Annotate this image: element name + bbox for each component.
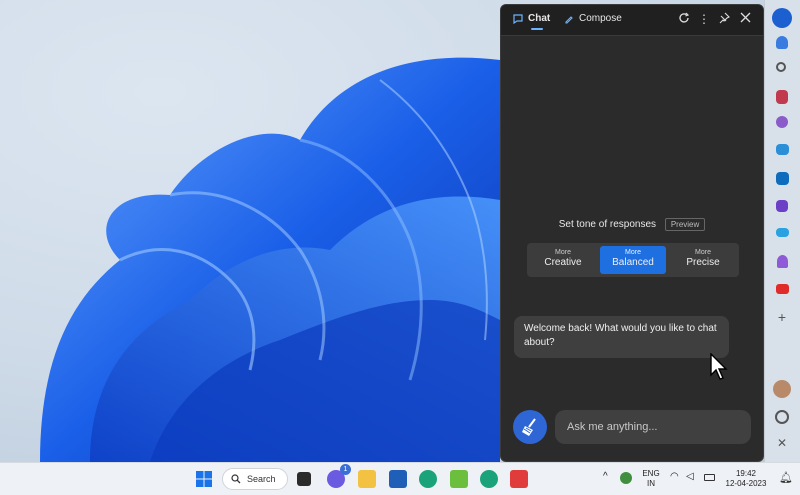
store-icon[interactable] — [389, 470, 407, 488]
tone-creative-button[interactable]: More Creative — [530, 246, 596, 274]
new-topic-button[interactable] — [513, 410, 547, 444]
tools-icon[interactable] — [776, 144, 789, 155]
panel-header: Chat Compose ⋮ — [501, 5, 763, 36]
ask-input[interactable] — [555, 410, 751, 444]
bell-icon[interactable] — [776, 36, 788, 49]
chat-badge: 1 — [340, 464, 351, 475]
tab-compose-label: Compose — [579, 13, 622, 24]
search-icon — [231, 474, 241, 484]
edge-sidebar: + ✕ — [764, 0, 800, 462]
language-indicator[interactable]: ENG IN — [640, 469, 662, 489]
wifi-icon[interactable]: ◠ — [670, 472, 679, 482]
mouse-cursor-icon — [710, 353, 728, 380]
tone-balanced-label: Balanced — [612, 257, 654, 268]
avatar[interactable] — [773, 380, 791, 398]
games-icon[interactable] — [777, 255, 788, 268]
editor-icon[interactable] — [776, 200, 788, 212]
send-icon[interactable] — [776, 228, 789, 237]
camtasia-icon[interactable] — [450, 470, 468, 488]
chevron-up-icon[interactable]: ^ — [603, 472, 608, 482]
welcome-message: Welcome back! What would you like to cha… — [514, 316, 729, 358]
tab-chat-label: Chat — [528, 13, 551, 24]
tone-selector: More Creative More Balanced More Precise — [527, 243, 739, 277]
settings-icon[interactable] — [775, 410, 789, 424]
copilot-panel: Chat Compose ⋮ Set tone of responses Pre… — [500, 4, 764, 462]
clock[interactable]: 19:42 12-04-2023 — [720, 469, 772, 489]
tone-precise-label: Precise — [686, 257, 720, 268]
notifications-icon[interactable]: 🔔︎ — [779, 472, 793, 484]
search-icon[interactable] — [776, 62, 786, 72]
tone-precise-prefix: More — [695, 249, 711, 256]
search-label: Search — [247, 474, 276, 484]
close-icon[interactable] — [738, 12, 752, 26]
taskbar: Search 1 ^ ENG IN ◠ ◁ 19:42 12-04-2023 🔔… — [0, 462, 800, 495]
tone-balanced-prefix: More — [625, 249, 641, 256]
persona-icon[interactable] — [776, 116, 788, 128]
windows-bloom-wallpaper — [40, 57, 500, 462]
add-icon[interactable]: + — [775, 310, 789, 324]
outlook-icon[interactable] — [776, 172, 789, 185]
battery-icon[interactable] — [704, 474, 715, 481]
refresh-icon[interactable] — [677, 12, 691, 26]
tone-section: Set tone of responses Preview — [501, 218, 763, 231]
edge-dev-icon[interactable] — [480, 470, 498, 488]
active-tab-indicator — [531, 28, 543, 30]
bing-icon[interactable] — [772, 8, 792, 28]
recorder-icon[interactable] — [510, 470, 528, 488]
tone-creative-label: Creative — [544, 257, 582, 268]
youtube-icon[interactable] — [776, 284, 789, 294]
tone-balanced-button[interactable]: More Balanced — [600, 246, 666, 274]
edge-icon[interactable] — [419, 470, 437, 488]
clock-time: 19:42 — [735, 469, 757, 478]
clock-date: 12-04-2023 — [725, 479, 767, 488]
tone-precise-button[interactable]: More Precise — [670, 246, 736, 274]
taskbar-search-button[interactable]: Search — [222, 468, 288, 490]
tab-compose[interactable]: Compose — [564, 13, 622, 24]
preview-badge: Preview — [664, 218, 706, 231]
shopping-icon[interactable] — [776, 90, 788, 104]
windows-start-icon[interactable] — [195, 470, 213, 488]
tone-label: Set tone of responses — [558, 219, 657, 230]
broom-icon — [522, 418, 536, 436]
security-icon[interactable] — [620, 472, 632, 484]
tab-chat[interactable]: Chat — [513, 13, 551, 30]
task-view-icon[interactable] — [297, 472, 311, 486]
volume-icon[interactable]: ◁ — [686, 472, 694, 482]
chat-app-icon[interactable]: 1 — [327, 464, 351, 488]
compose-icon — [565, 15, 573, 24]
more-icon[interactable]: ⋮ — [697, 12, 711, 26]
language-line1: ENG — [642, 469, 660, 478]
language-line2: IN — [647, 479, 655, 488]
pin-icon[interactable] — [717, 12, 731, 26]
tone-creative-prefix: More — [555, 249, 571, 256]
collapse-icon[interactable]: ✕ — [775, 436, 789, 450]
file-explorer-icon[interactable] — [358, 470, 376, 488]
chat-icon — [513, 13, 523, 24]
